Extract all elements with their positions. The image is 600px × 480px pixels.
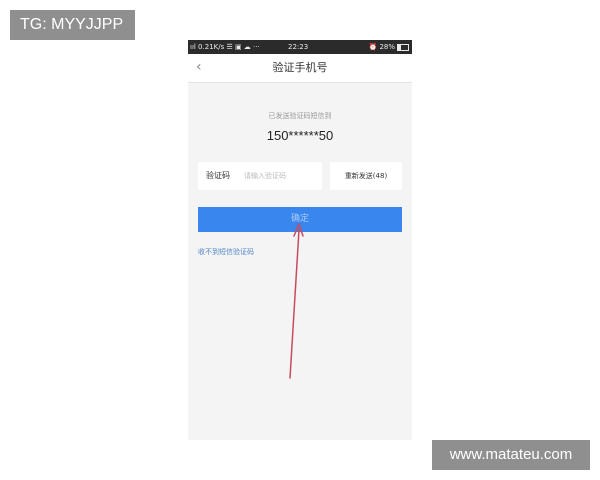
code-input[interactable]: [244, 168, 318, 184]
status-left: ııl 0.21K/s ☰ ▣ ☁ ···: [190, 43, 260, 51]
no-sms-link[interactable]: 收不到短信验证码: [198, 247, 254, 257]
battery-icon: [397, 43, 409, 51]
nav-bar: ‹ 验证手机号: [188, 54, 412, 83]
status-time: 22:23: [288, 43, 309, 51]
battery-percent: ⏰ 28%: [368, 43, 396, 51]
resend-button[interactable]: 重新发送(48): [330, 162, 402, 190]
code-label: 验证码: [206, 171, 230, 180]
status-right: ⏰ 28%: [368, 40, 409, 54]
annotation-arrow: [289, 223, 304, 379]
sent-notice: 已发送验证码短信到: [268, 112, 332, 120]
verification-code-field: 验证码: [198, 162, 322, 190]
phone-number: 150******50: [266, 128, 334, 143]
watermark-top: TG: MYYJJPP: [10, 10, 135, 40]
arrow-shaft: [289, 229, 300, 379]
status-bar: ııl 0.21K/s ☰ ▣ ☁ ··· 22:23 ⏰ 28%: [188, 40, 412, 54]
confirm-button[interactable]: 确定: [198, 207, 402, 232]
watermark-bottom: www.matateu.com: [432, 440, 590, 470]
phone-screen: ııl 0.21K/s ☰ ▣ ☁ ··· 22:23 ⏰ 28% ‹ 验证手机…: [188, 40, 412, 440]
page-title: 验证手机号: [272, 61, 328, 74]
